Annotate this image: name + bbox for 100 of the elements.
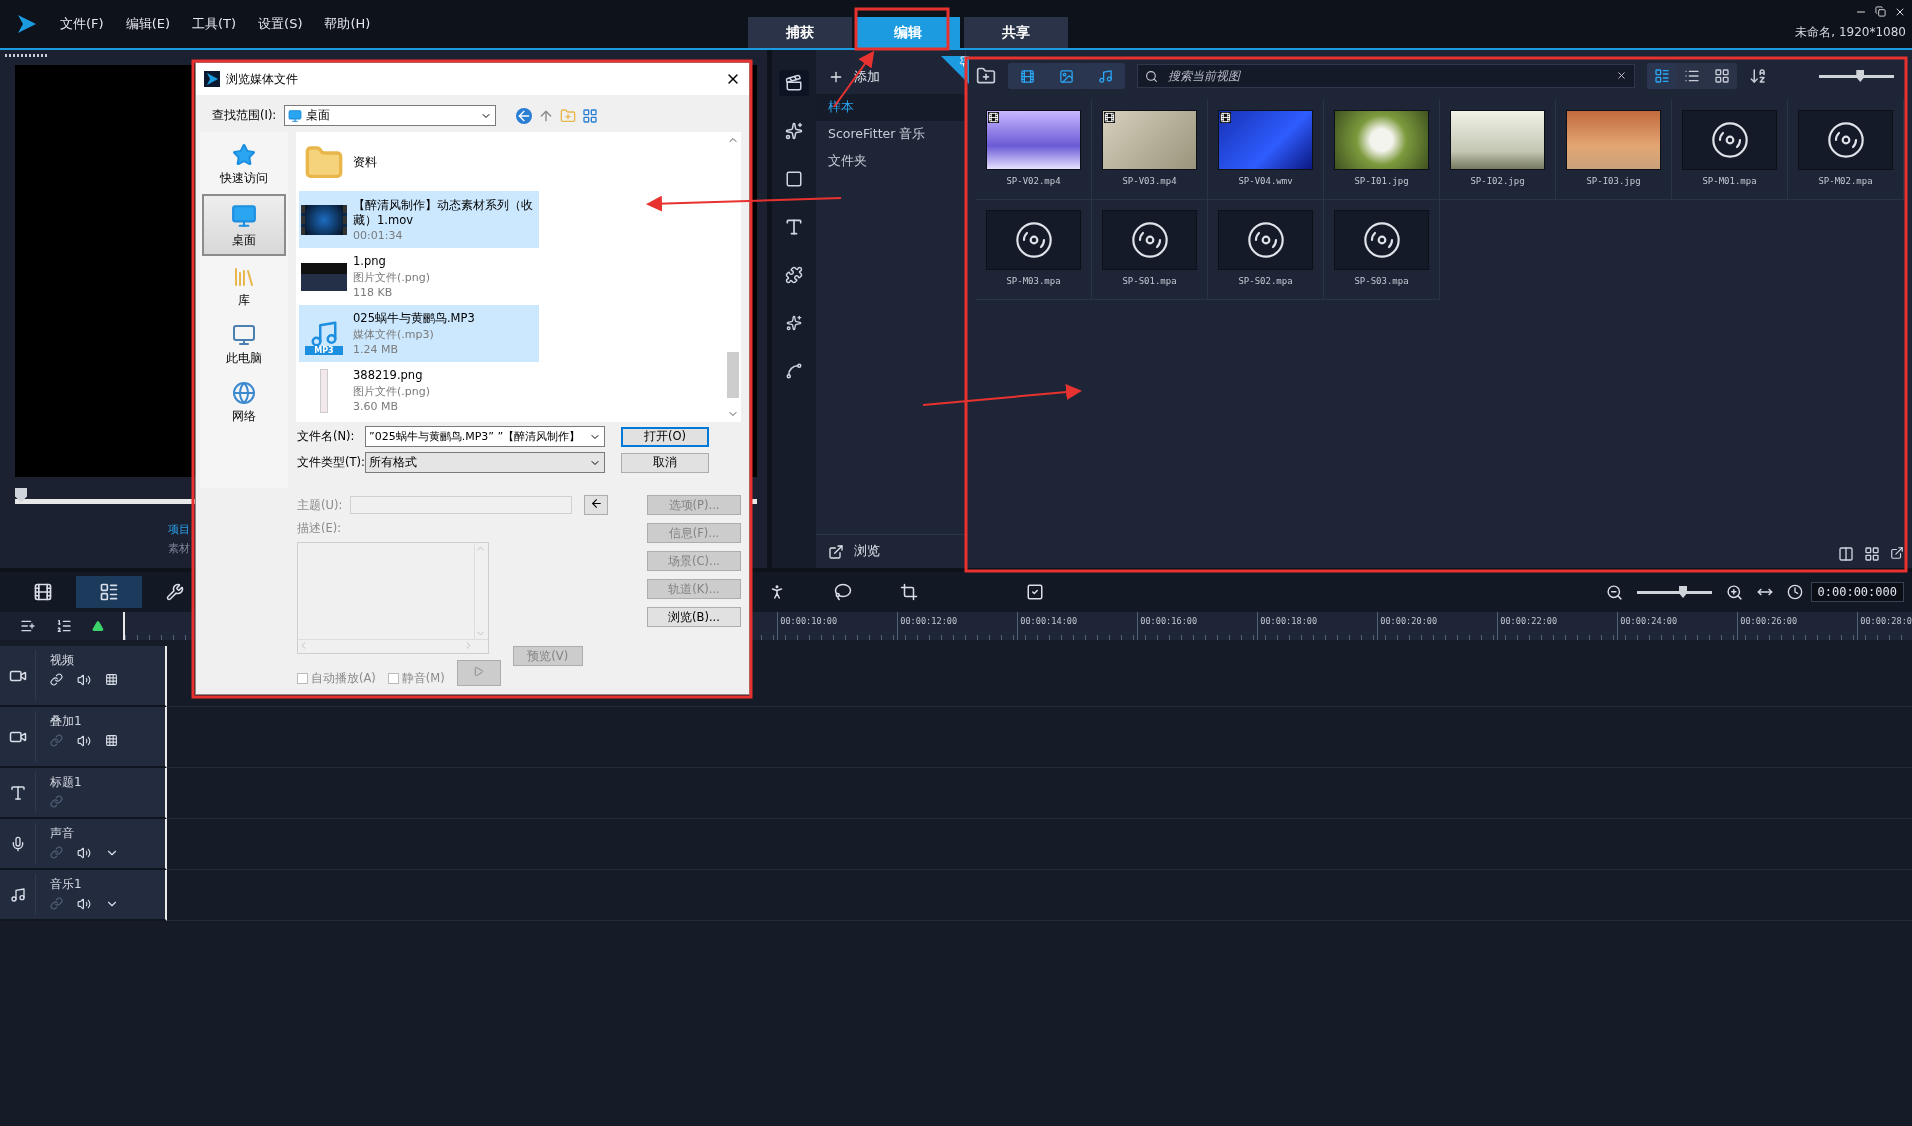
file-name-field[interactable]: ”025蜗牛与黄鹂鸟.MP3” ”【醉清风制作】 <box>365 426 605 447</box>
file-type-dropdown[interactable]: 所有格式 <box>365 452 605 473</box>
speaker-icon[interactable] <box>77 734 91 748</box>
file-item[interactable]: 1.png 图片文件(.png) 118 KB <box>299 248 539 305</box>
speaker-icon[interactable] <box>77 897 91 911</box>
track-name: 叠加1 <box>50 713 83 730</box>
category-item[interactable]: ScoreFitter 音乐 <box>816 121 965 148</box>
checkerboard-icon[interactable] <box>105 673 118 686</box>
browse-icon[interactable] <box>828 543 844 560</box>
close-icon[interactable] <box>1894 6 1906 18</box>
dialog-button[interactable]: 浏览(B)... <box>647 607 741 627</box>
back-icon[interactable] <box>516 107 532 124</box>
media-tile[interactable]: SP-I02.jpg <box>1440 100 1556 200</box>
track-name: 视频 <box>50 652 75 669</box>
browse-label[interactable]: 浏览 <box>854 543 880 560</box>
track-name: 音乐1 <box>50 876 83 893</box>
media-tile[interactable]: SP-S03.mpa <box>1324 200 1440 300</box>
file-item[interactable]: 资料 <box>299 134 539 191</box>
media-tile[interactable]: SP-M03.mpa <box>976 200 1092 300</box>
search-field[interactable]: 搜索当前视图 <box>1137 64 1635 88</box>
scroll-thumb[interactable] <box>727 352 739 398</box>
video-filter-button[interactable] <box>1008 63 1047 89</box>
place-item[interactable]: 桌面 <box>202 194 286 256</box>
media-tile[interactable]: SP-M01.mpa <box>1672 100 1788 200</box>
subject-label: 主题(U): <box>297 497 343 513</box>
panel-icon[interactable] <box>1838 546 1854 562</box>
media-tile[interactable]: SP-M02.mpa <box>1788 100 1904 200</box>
file-detail: 1.24 MB <box>353 343 400 356</box>
speaker-icon[interactable] <box>77 846 91 860</box>
place-item[interactable]: 库 <box>202 258 286 314</box>
open-button[interactable]: 打开(O) <box>621 426 709 447</box>
file-name-label: 文件名(N): <box>297 429 356 444</box>
menu-item[interactable]: 设置(S) <box>258 15 303 33</box>
music-note-icon <box>9 886 26 903</box>
media-tile[interactable]: SP-V04.wmv <box>1208 100 1324 200</box>
file-item[interactable]: MP3 025蜗牛与黄鹂鸟.MP3 媒体文件(.mp3) 1.24 MB <box>299 305 539 362</box>
triangle-icon[interactable] <box>92 620 104 632</box>
restore-icon[interactable] <box>1875 6 1886 17</box>
track-name: 标题1 <box>50 774 82 791</box>
media-name: SP-M03.mpa <box>1006 276 1061 286</box>
description-field[interactable] <box>297 542 489 654</box>
ruler-label: 00:00:20:00 <box>1377 612 1498 640</box>
view-menu-icon[interactable] <box>582 107 598 124</box>
subject-field[interactable] <box>350 496 573 514</box>
menu-item[interactable]: 帮助(H) <box>324 15 371 33</box>
arrow-button[interactable] <box>584 495 609 515</box>
audio-filter-button[interactable] <box>1086 63 1125 89</box>
zoom-in-icon[interactable] <box>1725 583 1743 601</box>
add-label[interactable]: 添加 <box>854 68 880 86</box>
thumbnail-view-icon <box>1654 68 1670 84</box>
media-tile[interactable]: SP-S01.mpa <box>1092 200 1208 300</box>
file-type: 图片文件(.png) <box>353 384 431 399</box>
timeline-view-button[interactable] <box>76 576 142 608</box>
link-icon[interactable] <box>50 673 63 686</box>
file-detail: 3.60 MB <box>353 400 400 413</box>
category-item[interactable]: 文件夹 <box>816 148 965 175</box>
sort-icon[interactable] <box>1749 67 1767 85</box>
checkerboard-icon[interactable] <box>105 734 118 747</box>
look-in-dropdown[interactable]: 桌面 <box>284 105 496 126</box>
scrub-handle[interactable] <box>15 488 27 502</box>
menu-item[interactable]: 文件(F) <box>60 15 104 33</box>
ruler-label: 00:00:10:00 <box>777 612 898 640</box>
thumbnail-view-button[interactable] <box>1647 63 1677 89</box>
media-tile[interactable]: SP-I01.jpg <box>1324 100 1440 200</box>
desktop-icon <box>231 202 257 229</box>
media-tile[interactable]: SP-V02.mp4 <box>976 100 1092 200</box>
expand-icon[interactable] <box>1890 546 1904 560</box>
zoom-out-icon[interactable] <box>1605 583 1623 601</box>
media-button[interactable] <box>779 70 809 96</box>
place-item[interactable]: 快速访问 <box>202 136 286 192</box>
add-track-icon[interactable] <box>20 618 36 634</box>
media-tile[interactable]: SP-S02.mpa <box>1208 200 1324 300</box>
media-tile[interactable]: SP-I03.jpg <box>1556 100 1672 200</box>
file-item[interactable]: 388219.png 图片文件(.png) 3.60 MB <box>299 362 539 419</box>
list-view-icon <box>1684 68 1700 84</box>
menu-item[interactable]: 工具(T) <box>192 15 237 33</box>
clock-icon[interactable] <box>1786 584 1803 600</box>
add-folder-icon[interactable] <box>976 66 996 86</box>
slider-thumb[interactable] <box>1679 586 1687 598</box>
mode-tab[interactable]: 捕获 <box>748 17 852 48</box>
track-order-icon[interactable] <box>56 618 72 634</box>
file-item[interactable]: 【醉清风制作】动态素材系列（收藏）1.mov 00:01:34 <box>299 191 539 248</box>
speaker-icon[interactable] <box>77 673 91 687</box>
place-item[interactable]: 网络 <box>202 374 286 430</box>
clear-icon[interactable] <box>1616 70 1627 81</box>
menu-item[interactable]: 编辑(E) <box>125 15 170 33</box>
timeline-icon <box>99 582 119 602</box>
media-tile[interactable]: SP-V03.mp4 <box>1092 100 1208 200</box>
media-name: SP-I01.jpg <box>1354 176 1409 186</box>
add-icon[interactable] <box>828 69 844 85</box>
place-item[interactable]: 此电脑 <box>202 316 286 372</box>
cancel-button[interactable]: 取消 <box>621 452 709 473</box>
computer-icon <box>232 322 256 347</box>
layout-icon[interactable] <box>1864 546 1880 562</box>
media-name: SP-M02.mpa <box>1818 176 1873 186</box>
mode-tab[interactable]: 共享 <box>964 17 1068 48</box>
ruler-label: 00:00:18:00 <box>1257 612 1378 640</box>
checkbox-icon <box>1026 583 1044 601</box>
timecode-field[interactable]: 0:00:00:000 <box>1810 582 1904 602</box>
slider-thumb[interactable] <box>1856 70 1865 82</box>
